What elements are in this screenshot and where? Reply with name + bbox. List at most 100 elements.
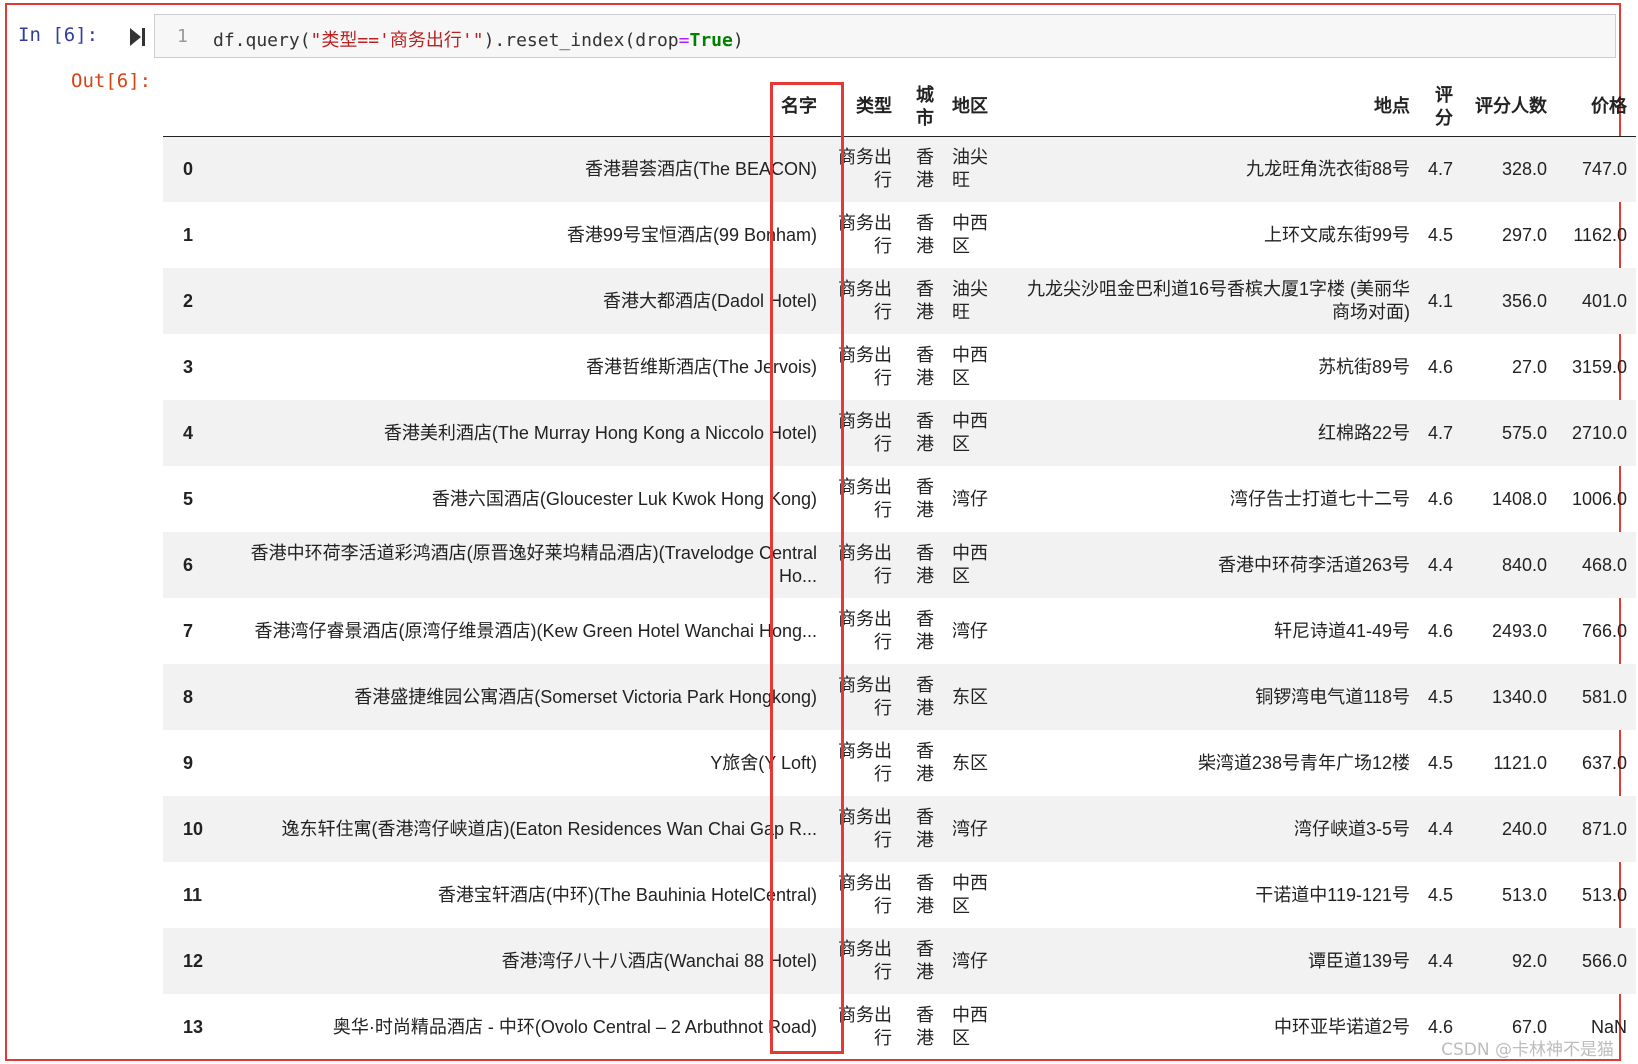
hotel-score: 4.6 [1428,356,1454,377]
rating-count: 297.0 [1501,224,1548,245]
rating-count: 328.0 [1501,158,1548,179]
code-equals: = [678,30,690,51]
hotel-city: 香港 [916,675,934,718]
rating-count: 513.0 [1501,884,1548,905]
hotel-name: Y旅舍(Y Loft) [710,752,817,773]
hotel-type: 商务出行 [838,279,892,322]
row-index: 13 [183,1016,204,1037]
hotel-city: 香港 [916,279,934,322]
rating-count: 840.0 [1501,554,1548,575]
header-name: 名字 [221,78,826,137]
header-city: 城市 [901,78,943,137]
hotel-price: 1006.0 [1571,488,1628,509]
row-index: 5 [183,488,194,509]
hotel-score: 4.5 [1428,752,1454,773]
code-prefix: df.query( [213,30,311,51]
rating-count: 575.0 [1501,422,1548,443]
code-query-string: "类型=='商务出行'" [310,30,484,51]
hotel-type: 商务出行 [838,741,892,784]
table-row: 8 香港盛捷维园公寓酒店(Somerset Victoria Park Hongk… [163,664,1637,730]
header-location: 地点 [1004,78,1419,137]
hotel-type: 商务出行 [838,543,892,586]
hotel-score: 4.4 [1428,554,1454,575]
row-index: 1 [183,224,194,245]
rating-count: 240.0 [1501,818,1548,839]
hotel-name: 香港湾仔睿景酒店(原湾仔维景酒店)(Kew Green Hotel Wancha… [254,620,817,641]
hotel-district: 湾仔 [952,488,988,509]
row-index: 11 [183,884,203,905]
hotel-name: 香港美利酒店(The Murray Hong Kong a Niccolo Ho… [383,422,817,443]
hotel-name: 香港大都酒店(Dadol Hotel) [602,290,817,311]
header-index [163,78,221,137]
hotel-type: 商务出行 [838,411,892,454]
hotel-score: 4.1 [1428,290,1454,311]
table-row: 1 香港99号宝恒酒店(99 Bonham) 商务出行 香港 中西区 上环文咸东街99号 4… [163,202,1636,268]
table-row: 12 香港湾仔八十八酒店(Wanchai 88 Hotel) 商务出行 香港 湾仔 谭臣道… [163,928,1637,994]
hotel-district: 中西区 [952,345,988,388]
hotel-district: 中西区 [952,1005,988,1048]
hotel-type: 商务出行 [838,1005,892,1048]
hotel-price: 871.0 [1581,818,1628,839]
row-index: 0 [183,158,194,179]
run-cell-icon[interactable] [128,26,148,48]
hotel-price: 3159.0 [1571,356,1628,377]
row-index: 2 [183,290,194,311]
hotel-price: 1162.0 [1573,224,1628,245]
hotel-name: 香港99号宝恒酒店(99 Bonham) [566,224,817,245]
code-suffix: ).reset_index(drop [483,30,679,51]
line-number: 1 [177,26,188,47]
hotel-price: 468.0 [1581,554,1628,575]
table-row: 7 香港湾仔睿景酒店(原湾仔维景酒店)(Kew Green Hotel Wanch… [163,598,1636,664]
code-cell[interactable]: 1 df.query("类型=='商务出行'").reset_index(dro… [154,14,1616,58]
table-row: 0 香港碧荟酒店(The BEACON) 商务出行 香港 油尖旺 九龙旺角洗衣街88号 4.… [163,136,1637,202]
hotel-score: 4.6 [1428,620,1454,641]
hotel-location: 谭臣道139号 [1307,950,1410,971]
hotel-district: 油尖旺 [952,279,988,322]
hotel-city: 香港 [916,477,934,520]
hotel-district: 东区 [952,686,988,707]
hotel-score: 4.5 [1428,224,1454,245]
hotel-type: 商务出行 [838,147,892,191]
code-close: ) [732,30,744,51]
row-index: 8 [183,686,194,707]
table-row: 10 逸东轩住寓(香港湾仔峡道店)(Eaton Residences Wan Ch… [163,796,1637,862]
hotel-price: 2710.0 [1571,422,1628,443]
hotel-price: 566.0 [1581,950,1628,971]
header-rating-count: 评分人数 [1462,78,1557,137]
row-index: 6 [183,554,194,575]
row-index: 10 [183,818,204,839]
hotel-type: 商务出行 [838,213,892,256]
hotel-city: 香港 [916,807,934,850]
hotel-location: 香港中环荷李活道263号 [1217,554,1410,575]
hotel-city: 香港 [916,609,934,652]
hotel-name: 香港湾仔八十八酒店(Wanchai 88 Hotel) [501,950,817,971]
hotel-city: 香港 [916,543,934,586]
hotel-price: 581.0 [1581,686,1628,707]
rating-count: 2493.0 [1491,620,1548,641]
hotel-district: 东区 [952,752,988,773]
hotel-city: 香港 [916,411,934,454]
hotel-name: 逸东轩住寓(香港湾仔峡道店)(Eaton Residences Wan Chai… [281,818,817,839]
hotel-name: 香港中环荷李活道彩鸿酒店(原晋逸好莱坞精品酒店)(Travelodge Cent… [250,543,817,586]
table-row: 5 香港六国酒店(Gloucester Luk Kwok Hong Kong) 商务… [163,466,1636,532]
row-index: 4 [183,422,194,443]
hotel-district: 油尖旺 [952,147,988,191]
code-line[interactable]: df.query("类型=='商务出行'").reset_index(drop=… [213,26,744,52]
hotel-name: 香港哲维斯酒店(The Jervois) [585,356,817,377]
hotel-price: 747.0 [1581,158,1628,179]
hotel-district: 湾仔 [952,950,988,971]
hotel-district: 中西区 [952,543,988,586]
row-index: 9 [183,752,194,773]
hotel-score: 4.7 [1428,422,1454,443]
hotel-location: 九龙尖沙咀金巴利道16号香槟大厦1字楼 (美丽华商场对面) [1026,279,1410,322]
input-prompt: In [6]: [18,24,99,46]
row-index: 3 [183,356,194,377]
hotel-score: 4.6 [1428,488,1454,509]
hotel-district: 中西区 [952,411,988,454]
rating-count: 92.0 [1511,950,1548,971]
hotel-location: 湾仔告士打道七十二号 [1230,488,1410,509]
hotel-location: 红棉路22号 [1317,422,1410,443]
hotel-district: 湾仔 [952,620,988,641]
hotel-type: 商务出行 [838,609,892,652]
hotel-location: 铜锣湾电气道118号 [1255,686,1410,707]
